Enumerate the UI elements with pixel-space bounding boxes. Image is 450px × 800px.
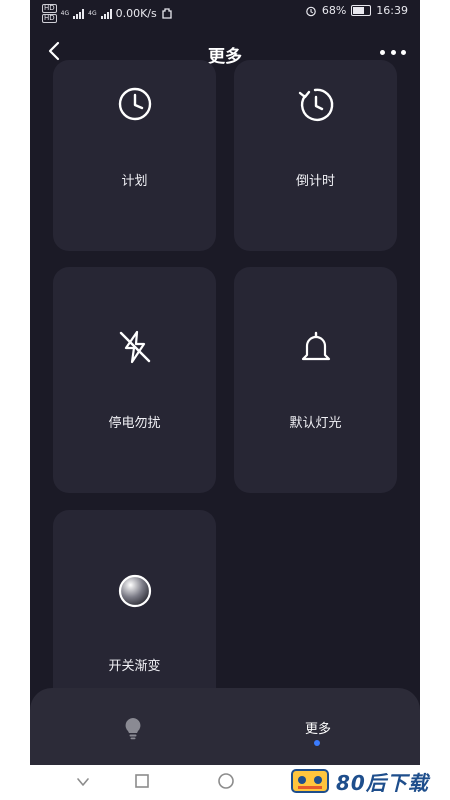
signal-icon <box>73 8 85 19</box>
power-off-icon <box>119 330 150 364</box>
dot-icon <box>401 49 406 55</box>
nav-home-icon[interactable] <box>217 772 235 790</box>
status-bar: HD HD 4G 4G 0.00K/s 68% 16:39 <box>30 0 420 23</box>
network-type-2: 4G <box>88 10 97 17</box>
countdown-label: 倒计时 <box>295 174 335 189</box>
status-right: 68% 16:39 <box>305 4 408 17</box>
gradient-circle-icon <box>118 574 151 608</box>
nav-recents-icon[interactable] <box>134 773 150 789</box>
schedule-card[interactable]: 计划 <box>53 60 216 251</box>
power-off-dnd-card[interactable]: 停电勿扰 <box>53 267 216 493</box>
bell-icon <box>301 331 330 361</box>
network-speed: 0.00K/s <box>115 7 157 20</box>
notification-icon <box>162 7 172 19</box>
more-options-button[interactable] <box>380 42 406 62</box>
lightbulb-icon[interactable] <box>122 716 144 740</box>
countdown-icon <box>298 88 333 121</box>
watermark-logo-icon <box>291 769 329 793</box>
watermark-text: 80后下载 <box>336 770 429 795</box>
alarm-icon <box>306 6 316 16</box>
network-type-1: 4G <box>60 10 70 17</box>
active-tab-indicator <box>314 740 320 746</box>
battery-percent: 68% <box>321 4 347 17</box>
fade-switch-label: 开关渐变 <box>108 659 161 674</box>
countdown-card[interactable]: 倒计时 <box>234 60 397 251</box>
hd-badge-1: HD <box>42 4 57 13</box>
signal-icon-2 <box>100 8 112 19</box>
app-screen: HD HD 4G 4G 0.00K/s 68% 16:39 更多 计划 倒计时 … <box>30 0 420 765</box>
fade-switch-card[interactable]: 开关渐变 <box>53 510 216 710</box>
default-light-label: 默认灯光 <box>289 416 342 431</box>
dot-icon <box>390 49 396 55</box>
clock-icon <box>118 87 151 121</box>
schedule-label: 计划 <box>121 174 148 189</box>
clock-time: 16:39 <box>376 4 408 17</box>
battery-icon <box>351 5 372 16</box>
hd-badge-2: HD <box>42 14 57 23</box>
default-light-card[interactable]: 默认灯光 <box>234 267 397 493</box>
bottom-navigation: 更多 <box>30 688 420 765</box>
network-badges: HD HD <box>42 4 57 23</box>
nav-back-icon[interactable] <box>76 776 90 788</box>
watermark: 80后下载 <box>290 766 429 796</box>
status-left: HD HD 4G 4G 0.00K/s <box>42 4 173 23</box>
dot-icon <box>380 49 385 55</box>
nav-tab-more[interactable]: 更多 <box>288 718 348 737</box>
power-off-dnd-label: 停电勿扰 <box>108 416 161 431</box>
